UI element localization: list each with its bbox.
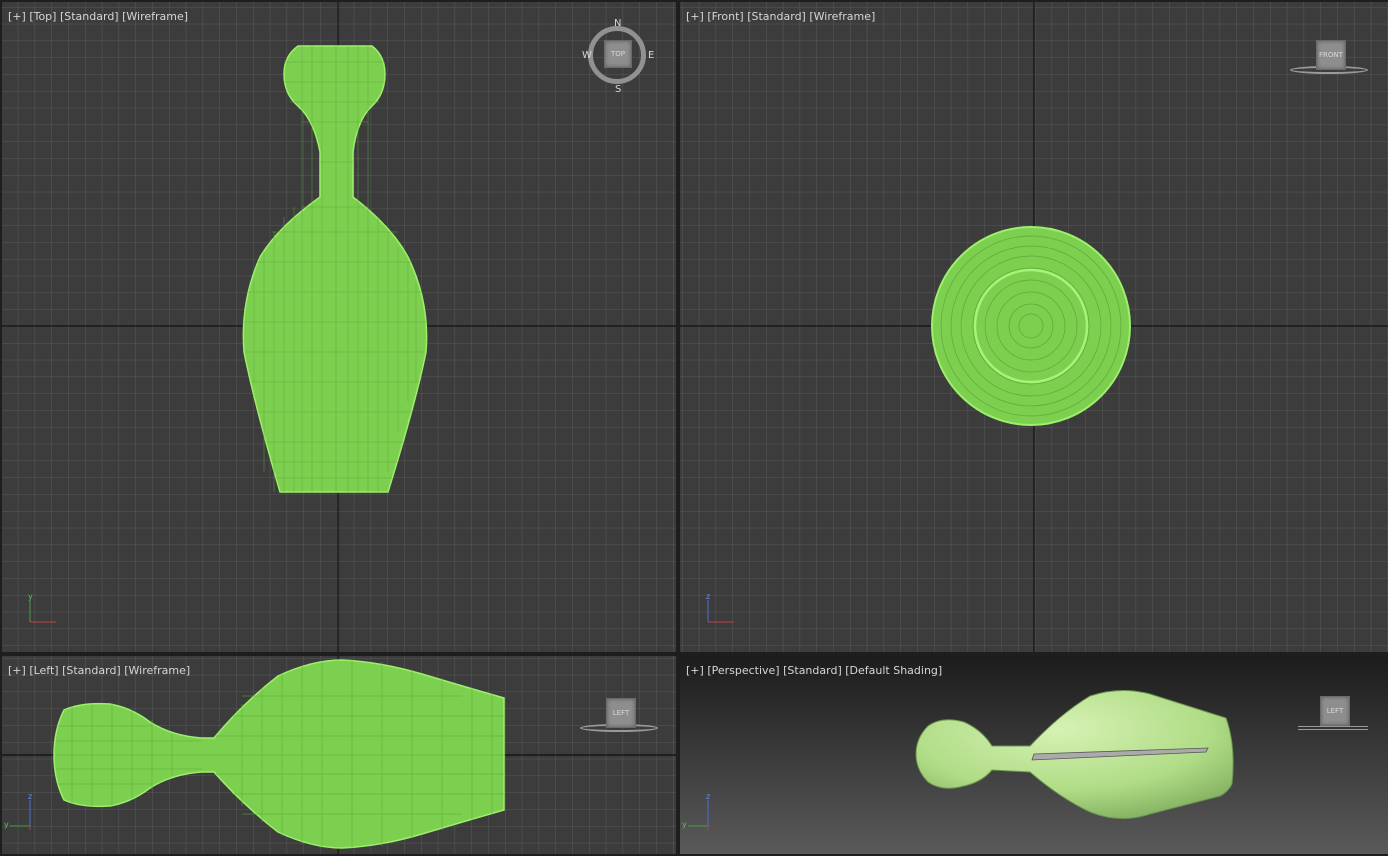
render-style-label[interactable]: [Standard] xyxy=(60,10,119,23)
viewcube-ring[interactable] xyxy=(1298,726,1368,730)
viewport-left[interactable]: [+] [Left] [Standard] [Wireframe] LEFT z… xyxy=(2,656,676,854)
viewcube-perspective[interactable]: LEFT xyxy=(1298,696,1370,732)
grid-top xyxy=(2,2,676,652)
viewport-label-front: [+] [Front] [Standard] [Wireframe] xyxy=(686,10,875,24)
axis-label-y: y xyxy=(682,820,687,829)
grid-front xyxy=(680,2,1388,652)
shading-mode-label[interactable]: [Wireframe] xyxy=(124,664,190,677)
view-type-label[interactable]: [Perspective] xyxy=(707,664,779,677)
bottle-wireframe-front[interactable] xyxy=(931,226,1131,426)
viewport-label-top: [+] [Top] [Standard] [Wireframe] xyxy=(8,10,188,24)
view-type-label[interactable]: [Left] xyxy=(29,664,58,677)
axis-tripod-left: z y xyxy=(4,792,44,832)
viewcube-top[interactable]: TOP N S E W xyxy=(582,18,654,95)
shading-mode-label[interactable]: [Wireframe] xyxy=(809,10,875,23)
axis-tripod-front: z xyxy=(702,592,742,628)
viewcube-face[interactable]: LEFT xyxy=(1320,696,1350,726)
viewport-menu-button[interactable]: [+] xyxy=(686,10,704,23)
axis-label-z: z xyxy=(706,792,711,801)
compass-east-label[interactable]: E xyxy=(648,50,654,61)
shading-mode-label[interactable]: [Wireframe] xyxy=(122,10,188,23)
axis-tripod-top: y xyxy=(24,592,64,628)
compass-south-label[interactable]: S xyxy=(615,84,621,95)
shading-mode-label[interactable]: [Default Shading] xyxy=(845,664,942,677)
viewport-front[interactable]: [+] [Front] [Standard] [Wireframe] FRONT… xyxy=(680,2,1388,652)
perspective-scene xyxy=(680,656,1388,854)
viewport-perspective[interactable]: [+] [Perspective] [Standard] [Default Sh… xyxy=(680,656,1388,854)
viewport-menu-button[interactable]: [+] xyxy=(8,664,26,677)
axis-label-y: y xyxy=(28,592,33,601)
viewcube-left[interactable]: LEFT xyxy=(580,698,660,738)
viewcube-face[interactable]: TOP xyxy=(604,40,632,68)
compass-west-label[interactable]: W xyxy=(582,50,592,61)
render-style-label[interactable]: [Standard] xyxy=(747,10,806,23)
axis-label-z: z xyxy=(706,592,711,601)
viewport-label-left: [+] [Left] [Standard] [Wireframe] xyxy=(8,664,190,678)
grid-left xyxy=(2,656,676,854)
render-style-label[interactable]: [Standard] xyxy=(783,664,842,677)
axis-label-y: y xyxy=(4,820,9,829)
viewport-label-perspective: [+] [Perspective] [Standard] [Default Sh… xyxy=(686,664,942,678)
viewcube-front[interactable]: FRONT xyxy=(1290,40,1370,80)
render-style-label[interactable]: [Standard] xyxy=(62,664,121,677)
viewcube-face[interactable]: FRONT xyxy=(1316,40,1346,70)
axis-label-z: z xyxy=(28,792,33,801)
view-type-label[interactable]: [Top] xyxy=(29,10,56,23)
compass-north-label[interactable]: N xyxy=(614,18,621,29)
viewport-top[interactable]: [+] [Top] [Standard] [Wireframe] TOP N S… xyxy=(2,2,676,652)
axis-tripod-perspective: z y xyxy=(682,792,722,832)
viewport-menu-button[interactable]: [+] xyxy=(686,664,704,677)
viewcube-face[interactable]: LEFT xyxy=(606,698,636,728)
viewport-menu-button[interactable]: [+] xyxy=(8,10,26,23)
view-type-label[interactable]: [Front] xyxy=(707,10,743,23)
